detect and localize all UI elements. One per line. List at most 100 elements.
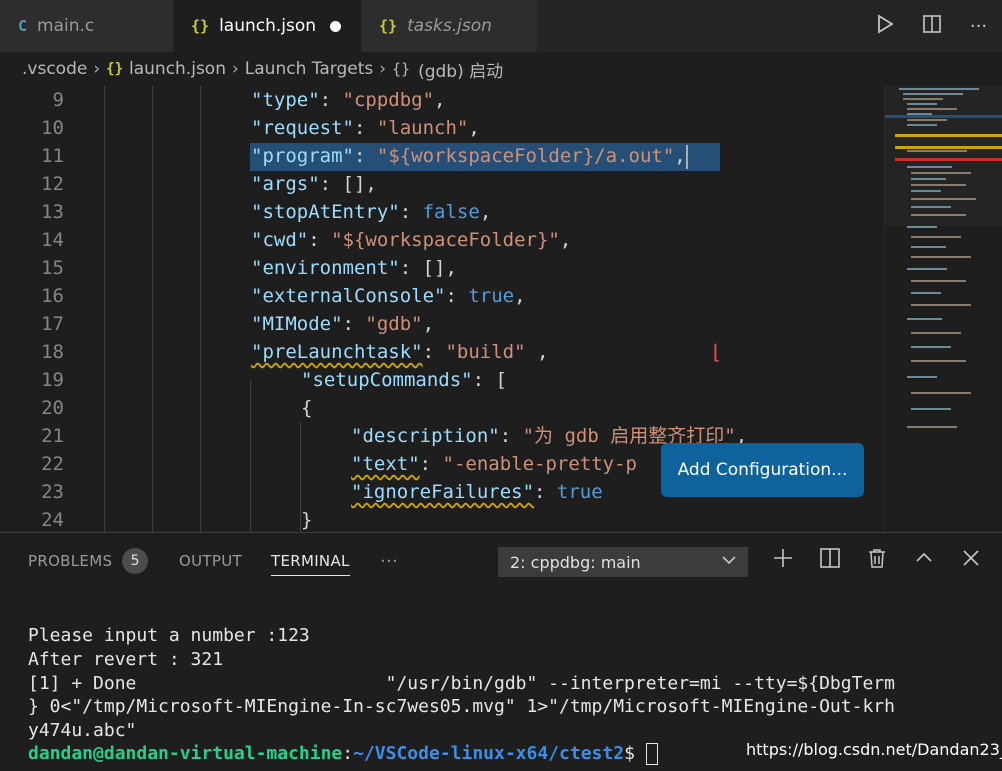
code-line: 19 "setupCommands": [ xyxy=(0,366,884,394)
line-number: 10 xyxy=(41,117,64,139)
json-value: "cppdbg" xyxy=(342,89,435,111)
json-key: "request" xyxy=(251,117,354,139)
json-value: "${workspaceFolder}" xyxy=(331,229,560,251)
terminal-select[interactable]: 2: cppdbg: main xyxy=(498,547,748,577)
text-cursor xyxy=(685,144,688,169)
json-key: "type" xyxy=(251,89,320,111)
line-number: 20 xyxy=(41,397,64,419)
line-number: 22 xyxy=(41,453,64,475)
tab-label: main.c xyxy=(37,16,95,36)
run-icon[interactable] xyxy=(861,13,908,39)
minimap-preview xyxy=(885,86,1002,428)
object-icon: {} xyxy=(392,60,411,78)
breadcrumb: .vscode › {} launch.json › Launch Target… xyxy=(0,52,1002,86)
json-value: "build" xyxy=(445,341,526,363)
terminal-line: [1] + Done "/usr/bin/gdb" --interpreter=… xyxy=(28,673,895,694)
line-number: 13 xyxy=(41,201,64,223)
minimap[interactable] xyxy=(884,86,1002,532)
json-file-icon: {} xyxy=(191,17,210,35)
json-key: "cwd" xyxy=(251,229,309,251)
prompt-user: dandan@dandan-virtual-machine xyxy=(28,743,343,764)
editor-tab-bar: C main.c {} launch.json {} tasks.json ··… xyxy=(0,0,1002,52)
json-key: "preLaunchtask" xyxy=(251,341,423,363)
tab-tasks-json[interactable]: {} tasks.json xyxy=(361,0,537,52)
code-line: 9 "type": "cppdbg", xyxy=(0,86,884,114)
split-editor-icon[interactable] xyxy=(908,14,955,39)
tab-terminal[interactable]: TERMINAL xyxy=(271,533,350,589)
watermark: https://blog.csdn.net/Dandan23___ xyxy=(746,740,1002,759)
breadcrumb-item[interactable]: .vscode xyxy=(22,59,87,79)
json-value: [] xyxy=(342,173,366,195)
line-number: 21 xyxy=(41,425,64,447)
more-tabs-icon[interactable]: ··· xyxy=(380,533,398,589)
json-key: "ignoreFailures" xyxy=(351,481,535,503)
line-number: 14 xyxy=(41,229,64,251)
json-key: "description" xyxy=(351,425,500,447)
tab-label: OUTPUT xyxy=(179,552,242,570)
line-number: 15 xyxy=(41,257,64,279)
json-value: [ xyxy=(495,369,507,391)
terminal-line: Please input a number :123 xyxy=(28,625,310,646)
tab-main-c[interactable]: C main.c xyxy=(0,0,173,52)
editor-actions: ··· xyxy=(861,0,1002,52)
json-value: "launch" xyxy=(376,117,469,139)
json-value: "-enable-pretty-p xyxy=(442,453,637,475)
tab-label: PROBLEMS xyxy=(28,552,113,570)
json-key: "MIMode" xyxy=(251,313,343,335)
breadcrumb-item[interactable]: launch.json xyxy=(129,59,226,79)
json-value: "gdb" xyxy=(365,313,423,335)
code-line: 16 "externalConsole": true, xyxy=(0,282,884,310)
tab-label: TERMINAL xyxy=(271,552,350,570)
maximize-panel-icon[interactable] xyxy=(909,547,939,577)
terminal-cursor xyxy=(645,743,658,765)
tab-problems[interactable]: PROBLEMS 5 xyxy=(28,533,149,589)
code-line: 18 "preLaunchtask": "build" , ⌊ xyxy=(0,338,884,366)
json-value: true xyxy=(468,285,515,307)
more-actions-icon[interactable]: ··· xyxy=(955,16,1002,37)
code-line: 14 "cwd": "${workspaceFolder}", xyxy=(0,226,884,254)
code-line: 11 "program": "${workspaceFolder}/a.out"… xyxy=(0,142,884,170)
c-file-icon: C xyxy=(18,17,28,35)
close-panel-icon[interactable] xyxy=(956,547,986,577)
prompt-path: ~/VSCode-linux-x64/ctest2 xyxy=(353,743,625,764)
terminal-line: } 0<"/tmp/Microsoft-MIEngine-In-sc7wes05… xyxy=(28,696,895,717)
tab-launch-json[interactable]: {} launch.json xyxy=(173,0,361,52)
json-brace: } xyxy=(301,509,313,531)
split-terminal-icon[interactable] xyxy=(815,547,845,577)
code-line: 17 "MIMode": "gdb", xyxy=(0,310,884,338)
chevron-right-icon: › xyxy=(93,59,101,79)
unsaved-dot-icon[interactable] xyxy=(330,20,342,32)
terminal-line: y474u.abc" xyxy=(28,720,137,741)
code-line: 10 "request": "launch", xyxy=(0,114,884,142)
prompt-colon: : xyxy=(342,743,354,764)
json-value: "${workspaceFolder}/a.out" xyxy=(376,145,675,167)
json-file-icon: {} xyxy=(379,17,398,35)
json-key: "args" xyxy=(251,173,320,195)
line-number: 16 xyxy=(41,285,64,307)
line-number: 11 xyxy=(41,145,64,167)
tab-output[interactable]: OUTPUT xyxy=(179,533,242,589)
json-key: "externalConsole" xyxy=(251,285,446,307)
json-key: "environment" xyxy=(251,257,400,279)
add-configuration-button[interactable]: Add Configuration... xyxy=(661,443,864,497)
code-line: 15 "environment": [], xyxy=(0,254,884,282)
tab-label: tasks.json xyxy=(407,16,492,36)
chevron-down-icon xyxy=(722,552,736,571)
breadcrumb-item[interactable]: (gdb) 启动 xyxy=(418,57,503,82)
line-number: 18 xyxy=(41,341,64,363)
breadcrumb-item[interactable]: Launch Targets xyxy=(245,59,373,79)
terminal-select-value: 2: cppdbg: main xyxy=(510,552,641,572)
active-tab-underline xyxy=(271,575,350,576)
json-brace: { xyxy=(301,397,313,419)
line-number: 17 xyxy=(41,313,64,335)
json-value: true xyxy=(556,481,603,503)
trash-icon[interactable] xyxy=(862,547,892,577)
terminal-prompt[interactable]: dandan@dandan-virtual-machine:~/VSCode-l… xyxy=(28,742,658,766)
line-number: 23 xyxy=(41,481,64,503)
code-line: 24 } xyxy=(0,506,884,532)
code-line: 12 "args": [], xyxy=(0,170,884,198)
new-terminal-icon[interactable] xyxy=(768,547,798,577)
json-key: "stopAtEntry" xyxy=(251,201,400,223)
problems-count-badge: 5 xyxy=(122,548,149,574)
line-number: 19 xyxy=(41,369,64,391)
